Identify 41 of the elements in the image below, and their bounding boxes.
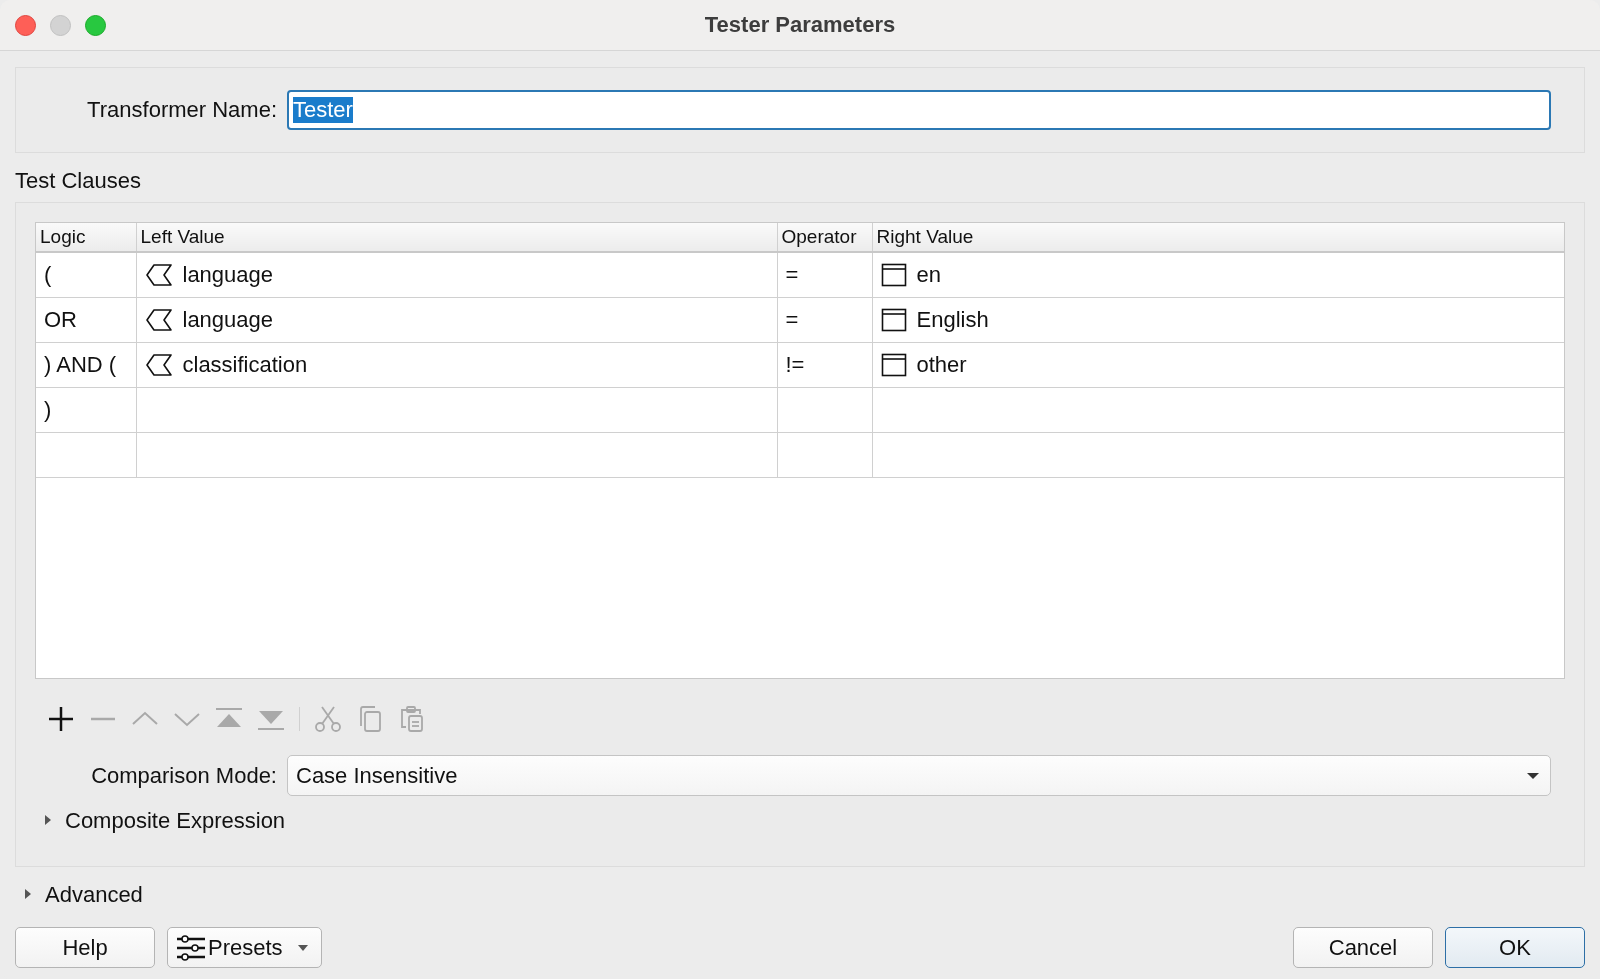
close-window-button[interactable] <box>15 14 36 36</box>
window-icon <box>880 353 907 377</box>
plus-icon[interactable] <box>47 705 75 733</box>
name-field[interactable]: Tester <box>287 90 1551 130</box>
expander[interactable]: Advanced <box>23 882 143 908</box>
table-cell: = <box>785 307 799 333</box>
table-cell: ) AND ( <box>44 352 117 378</box>
expander[interactable]: Composite Expression <box>43 808 286 834</box>
window-icon <box>880 308 907 332</box>
table-cell: ) <box>44 397 52 423</box>
table-cell: = <box>785 262 799 288</box>
dialog-button[interactable]: Help <box>15 927 155 968</box>
zoom-window-button[interactable] <box>85 14 106 36</box>
table-cell: en <box>916 262 941 288</box>
presets-button[interactable]: Presets <box>167 927 322 968</box>
window-title: Tester Parameters <box>704 12 896 38</box>
column-header: Operator <box>777 223 872 252</box>
table-cell: ( <box>44 262 52 288</box>
dialog-button[interactable]: OK <box>1445 927 1585 968</box>
table-cell: other <box>916 352 967 378</box>
tag-icon <box>144 308 173 332</box>
column-header: Left Value <box>136 223 777 252</box>
caret-icon <box>1526 771 1540 780</box>
field-label: Comparison Mode: <box>91 762 277 789</box>
window-icon <box>880 263 907 287</box>
table-cell: != <box>785 352 805 378</box>
comparison-mode-dropdown[interactable]: Case Insensitive <box>287 755 1551 796</box>
table-cell: language <box>182 307 274 333</box>
section-title: Test Clauses <box>15 168 141 194</box>
field-label: Transformer Name: <box>87 97 277 123</box>
dialog-button[interactable]: Cancel <box>1293 927 1433 968</box>
table-cell: classification <box>182 352 308 378</box>
tag-icon <box>144 353 173 377</box>
sliders-icon <box>176 934 206 961</box>
column-header: Right Value <box>872 223 1564 252</box>
tag-icon <box>144 263 173 287</box>
table-cell: language <box>182 262 274 288</box>
caret-icon <box>296 943 309 952</box>
table-cell: English <box>916 307 989 333</box>
table-cell: OR <box>44 307 77 333</box>
column-header: Logic <box>36 223 136 252</box>
